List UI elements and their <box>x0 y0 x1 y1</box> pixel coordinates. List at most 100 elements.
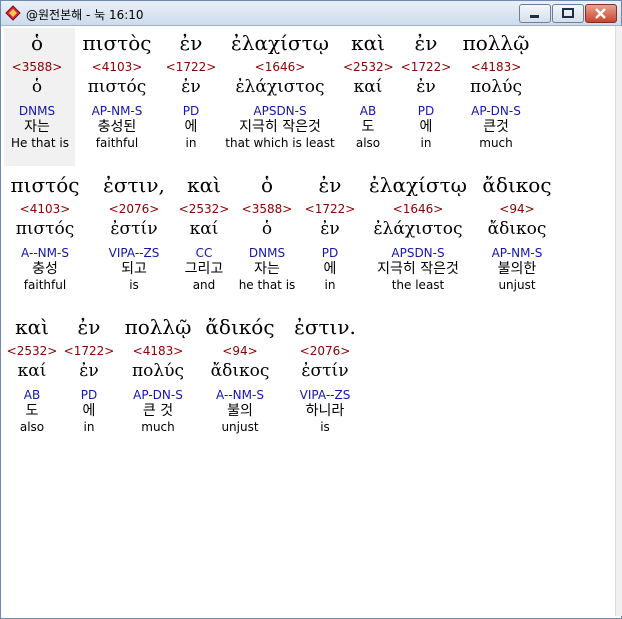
greek-word: ἐν <box>179 31 203 55</box>
greek-word: ὁ <box>260 173 274 197</box>
korean-gloss: 지극히 작은것 <box>377 261 459 277</box>
greek-word: πιστὸς <box>82 31 152 55</box>
greek-word: ἐν <box>414 31 438 55</box>
parsing-code: AB <box>23 388 41 402</box>
greek-word: πιστός <box>10 173 80 197</box>
word-cell[interactable]: πιστὸς <4103> πιστός AP-NM-S 충성된 faithfu… <box>77 31 157 150</box>
word-cell[interactable]: ἄδικός <94> ἄδικος A--NM-S 불의 unjust <box>202 315 278 434</box>
strong-number[interactable]: <4103> <box>6 202 84 216</box>
korean-gloss: 지극히 작은것 <box>239 119 321 135</box>
maximize-button[interactable] <box>552 4 584 23</box>
english-gloss: in <box>420 136 432 150</box>
word-cell[interactable]: ὁ <3588> ὁ DNMS 자는 He that is <box>11 31 69 150</box>
english-gloss: much <box>141 420 175 434</box>
strong-number[interactable]: <1646> <box>361 202 475 216</box>
word-cell[interactable]: πιστός <4103> πιστός A--NM-S 충성 faithful <box>6 173 84 292</box>
word-cell[interactable]: ὁ <3588> ὁ DNMS 자는 he that is <box>235 173 299 292</box>
strong-number[interactable]: <2076> <box>94 202 174 216</box>
english-gloss: He that is <box>11 136 69 150</box>
word-cell[interactable]: ἐλαχίστῳ <1646> ἐλάχιστος APSDN-S 지극히 작은… <box>223 31 337 150</box>
english-gloss: is <box>320 420 330 434</box>
word-cell[interactable]: ἐλαχίστῳ <1646> ἐλάχιστος APSDN-S 지극히 작은… <box>361 173 475 292</box>
greek-word: ἐλαχίστῳ <box>369 173 467 197</box>
korean-gloss: 에 <box>419 119 433 135</box>
word-cell[interactable]: καὶ <2532> καί AB 도 also <box>343 31 394 150</box>
app-icon <box>5 5 21 21</box>
strong-number[interactable]: <4103> <box>77 60 157 74</box>
strong-number[interactable]: <94> <box>202 344 278 358</box>
korean-gloss: 충성된 <box>97 119 137 135</box>
lexical-form: ἄδικος <box>487 219 547 239</box>
strong-number[interactable]: <1722> <box>165 60 217 74</box>
word-cell[interactable]: ἐστιν. <2076> ἐστίν VIPA--ZS 하니라 is <box>286 315 364 434</box>
greek-word: ἐν <box>77 315 101 339</box>
word-cell[interactable]: ἐν <1722> ἐν PD 에 in <box>304 173 356 292</box>
korean-gloss: 되고 <box>121 261 147 277</box>
lexical-form: καί <box>17 361 47 381</box>
minimize-button[interactable] <box>519 4 551 23</box>
word-cell[interactable]: ἐν <1722> ἐν PD 에 in <box>63 315 115 434</box>
lexical-form: ἐστίν <box>110 219 158 239</box>
parsing-code: AB <box>359 104 377 118</box>
lexical-form: καί <box>353 77 383 97</box>
strong-number[interactable]: <2532> <box>6 344 58 358</box>
korean-gloss: 에 <box>323 261 337 277</box>
lexical-form: ἐν <box>181 77 201 97</box>
vertical-scrollbar[interactable] <box>615 26 622 616</box>
english-gloss: and <box>192 278 216 292</box>
parsing-code: APSDN-S <box>391 246 445 260</box>
greek-word: ὁ <box>30 31 44 55</box>
word-cell[interactable]: ἄδικος <94> ἄδικος AP-NM-S 불의한 unjust <box>478 173 556 292</box>
strong-number[interactable]: <3588> <box>235 202 299 216</box>
word-cell[interactable]: καὶ <2532> καί CC 그리고 and <box>178 173 230 292</box>
strong-number[interactable]: <1646> <box>223 60 337 74</box>
strong-number[interactable]: <94> <box>478 202 556 216</box>
maximize-icon <box>562 8 574 18</box>
word-cell[interactable]: καὶ <2532> καί AB 도 also <box>6 315 58 434</box>
greek-word: ἐν <box>318 173 342 197</box>
english-gloss: unjust <box>498 278 536 292</box>
title-bar[interactable]: @원전본해 - 눅 16:10 <box>1 1 621 26</box>
lexical-form: ἐλάχιστος <box>373 219 463 239</box>
greek-word: καὶ <box>187 173 221 197</box>
word-cell[interactable]: ἐν <1722> ἐν PD 에 in <box>400 31 452 150</box>
lexical-form: ὁ <box>261 219 273 239</box>
close-button[interactable] <box>585 4 617 23</box>
korean-gloss: 그리고 <box>184 261 224 277</box>
strong-number[interactable]: <3588> <box>11 60 63 74</box>
parsing-code: VIPA--ZS <box>299 388 351 402</box>
korean-gloss: 에 <box>184 119 198 135</box>
word-cell[interactable]: ἐστιν, <2076> ἐστίν VIPA--ZS 되고 is <box>94 173 174 292</box>
close-icon <box>595 8 606 19</box>
interlinear-view[interactable]: ὁ <3588> ὁ DNMS 자는 He that is πιστὸς <41… <box>2 26 615 615</box>
english-gloss: also <box>19 420 45 434</box>
greek-word: καὶ <box>351 31 385 55</box>
lexical-form: πολύς <box>469 77 523 97</box>
korean-gloss: 큰 것 <box>142 403 174 419</box>
word-cell[interactable]: ἐν <1722> ἐν PD 에 in <box>165 31 217 150</box>
strong-number[interactable]: <4183> <box>458 60 534 74</box>
strong-number[interactable]: <1722> <box>63 344 115 358</box>
english-gloss: faithful <box>95 136 139 150</box>
parsing-code: CC <box>195 246 213 260</box>
greek-word: ἐστιν, <box>103 173 165 197</box>
strong-number[interactable]: <2532> <box>178 202 230 216</box>
strong-number[interactable]: <2076> <box>286 344 364 358</box>
parsing-code: AP-NM-S <box>91 104 143 118</box>
greek-word: πολλῷ <box>124 315 192 339</box>
strong-number[interactable]: <2532> <box>343 60 394 74</box>
strong-number[interactable]: <4183> <box>120 344 196 358</box>
strong-number[interactable]: <1722> <box>304 202 356 216</box>
lexical-form: καί <box>189 219 219 239</box>
word-cell[interactable]: πολλῷ <4183> πολύς AP-DN-S 큰 것 much <box>120 315 196 434</box>
strong-number[interactable]: <1722> <box>400 60 452 74</box>
parsing-code: PD <box>182 104 200 118</box>
korean-gloss: 자는 <box>24 119 50 135</box>
lexical-form: ἄδικος <box>210 361 270 381</box>
korean-gloss: 도 <box>25 403 39 419</box>
word-cell[interactable]: πολλῷ <4183> πολύς AP-DN-S 큰것 much <box>458 31 534 150</box>
parsing-code: AP-DN-S <box>471 104 521 118</box>
korean-gloss: 큰것 <box>483 119 509 135</box>
english-gloss: unjust <box>221 420 259 434</box>
english-gloss: in <box>324 278 336 292</box>
